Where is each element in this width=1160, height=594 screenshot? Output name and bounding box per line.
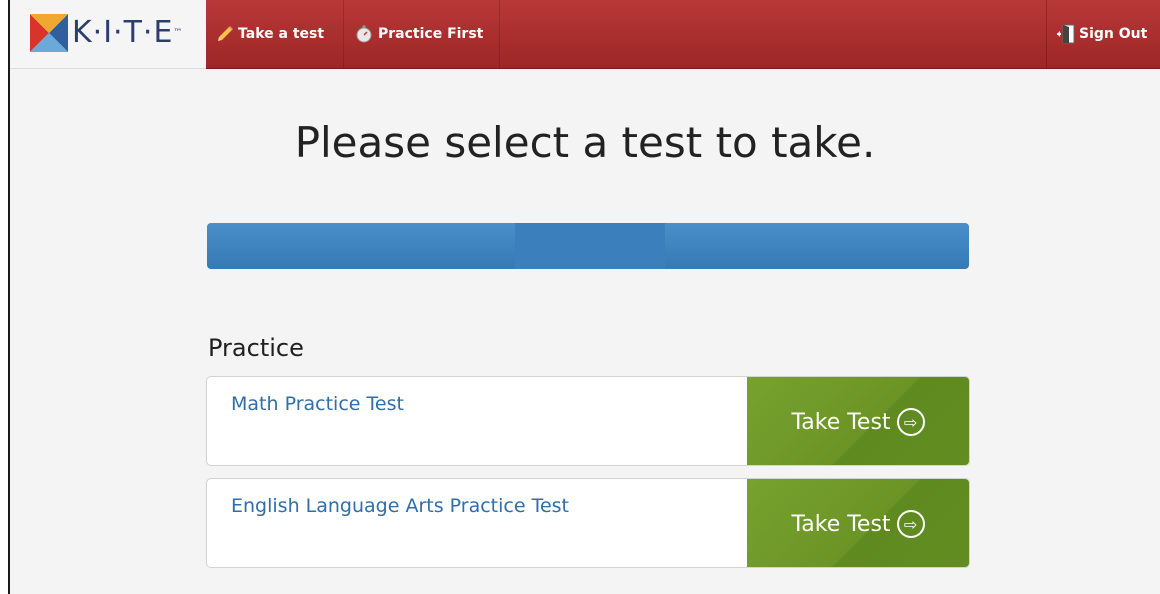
take-test-button[interactable]: Take Test ⇨ — [747, 479, 969, 567]
test-name-link[interactable]: Math Practice Test — [231, 393, 404, 415]
page-title: Please select a test to take. — [294, 118, 876, 167]
pencil-icon — [218, 26, 233, 41]
logo[interactable]: K·I·T·E™ — [10, 0, 206, 69]
take-test-button-label: Take Test — [791, 409, 891, 435]
nav-take-a-test-label: Take a test — [238, 26, 325, 42]
nav-practice-first-label: Practice First — [378, 26, 484, 42]
kite-logo-icon — [30, 14, 68, 52]
test-card: Math Practice Test Take Test ⇨ — [206, 376, 970, 466]
section-label-practice: Practice — [208, 334, 304, 362]
arrow-circle-right-icon: ⇨ — [896, 408, 925, 436]
take-test-button[interactable]: Take Test ⇨ — [747, 377, 969, 465]
take-test-button-label: Take Test — [791, 511, 891, 537]
nav-sign-out-label: Sign Out — [1079, 26, 1148, 42]
active-tab[interactable] — [515, 223, 665, 269]
test-card: English Language Arts Practice Test Take… — [206, 478, 970, 568]
top-navigation-bar: K·I·T·E™ Take a test Practice First Sign… — [10, 0, 1160, 69]
test-name-link[interactable]: English Language Arts Practice Test — [231, 495, 569, 517]
stopwatch-icon — [356, 25, 372, 43]
test-category-tabbar — [207, 223, 969, 269]
app-frame: K·I·T·E™ Take a test Practice First Sign… — [8, 0, 1160, 594]
arrow-circle-right-icon: ⇨ — [896, 510, 925, 538]
nav-practice-first[interactable]: Practice First — [344, 0, 500, 68]
door-exit-icon — [1057, 24, 1075, 44]
logo-text: K·I·T·E™ — [72, 15, 184, 50]
nav-take-a-test[interactable]: Take a test — [206, 0, 344, 68]
nav-sign-out[interactable]: Sign Out — [1046, 0, 1160, 68]
